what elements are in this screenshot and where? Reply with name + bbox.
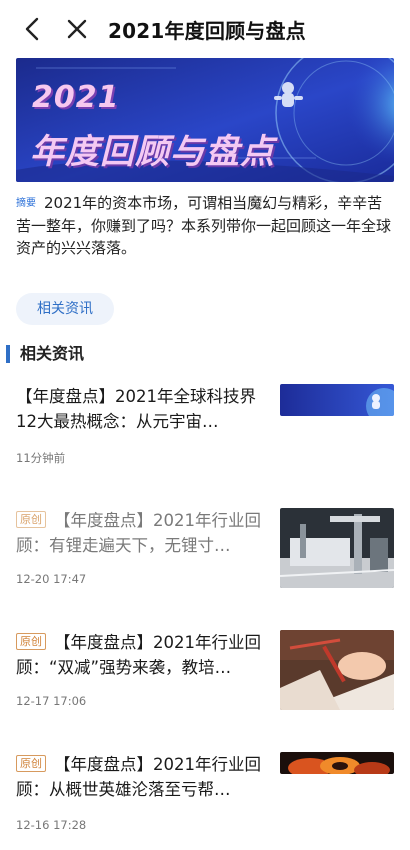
article-thumbnail[interactable] <box>280 630 394 710</box>
original-badge: 原创 <box>16 633 46 650</box>
summary-text: 2021年的资本市场，可谓相当魔幻与精彩，辛辛苦苦一整年，你赚到了吗？本系列带你… <box>16 194 392 257</box>
back-icon[interactable] <box>18 14 48 44</box>
article-thumbnail[interactable] <box>280 384 394 416</box>
hero-banner: 2021 年度回顾与盘点 <box>16 58 394 182</box>
article-thumbnail[interactable] <box>280 752 394 774</box>
article-title[interactable]: 【年度盘点】2021年全球科技界12大最热概念：从元宇宙… <box>16 384 264 434</box>
article-thumbnail[interactable] <box>280 508 394 588</box>
original-badge: 原创 <box>16 755 46 772</box>
original-badge: 原创 <box>16 511 46 528</box>
banner-title: 年度回顾与盘点 <box>30 132 275 172</box>
close-icon[interactable] <box>62 14 92 44</box>
summary: 摘要 2021年的资本市场，可谓相当魔幻与精彩，辛辛苦苦一整年，你赚到了吗？本系列… <box>16 192 396 259</box>
article-time: 12-16 17:28 <box>16 818 87 832</box>
article-title[interactable]: 原创 【年度盘点】2021年行业回顾：有锂走遍天下，无锂寸… <box>16 508 264 558</box>
related-news-chip[interactable]: 相关资讯 <box>16 293 114 325</box>
article-time: 12-17 17:06 <box>16 694 87 708</box>
article-title[interactable]: 原创 【年度盘点】2021年行业回顾：从概世英雄沦落至亏帮… <box>16 752 264 802</box>
page-title: 2021年度回顾与盘点 <box>108 19 306 43</box>
article-title[interactable]: 原创 【年度盘点】2021年行业回顾：“双减”强势来袭，教培… <box>16 630 264 680</box>
article-time: 12-20 17:47 <box>16 572 87 586</box>
summary-tag: 摘要 <box>16 198 36 209</box>
banner-year: 2021 <box>32 80 120 115</box>
top-bar: 2021年度回顾与盘点 <box>0 0 410 58</box>
article-time: 11分钟前 <box>16 451 66 465</box>
section-title: 相关资讯 <box>6 345 84 363</box>
